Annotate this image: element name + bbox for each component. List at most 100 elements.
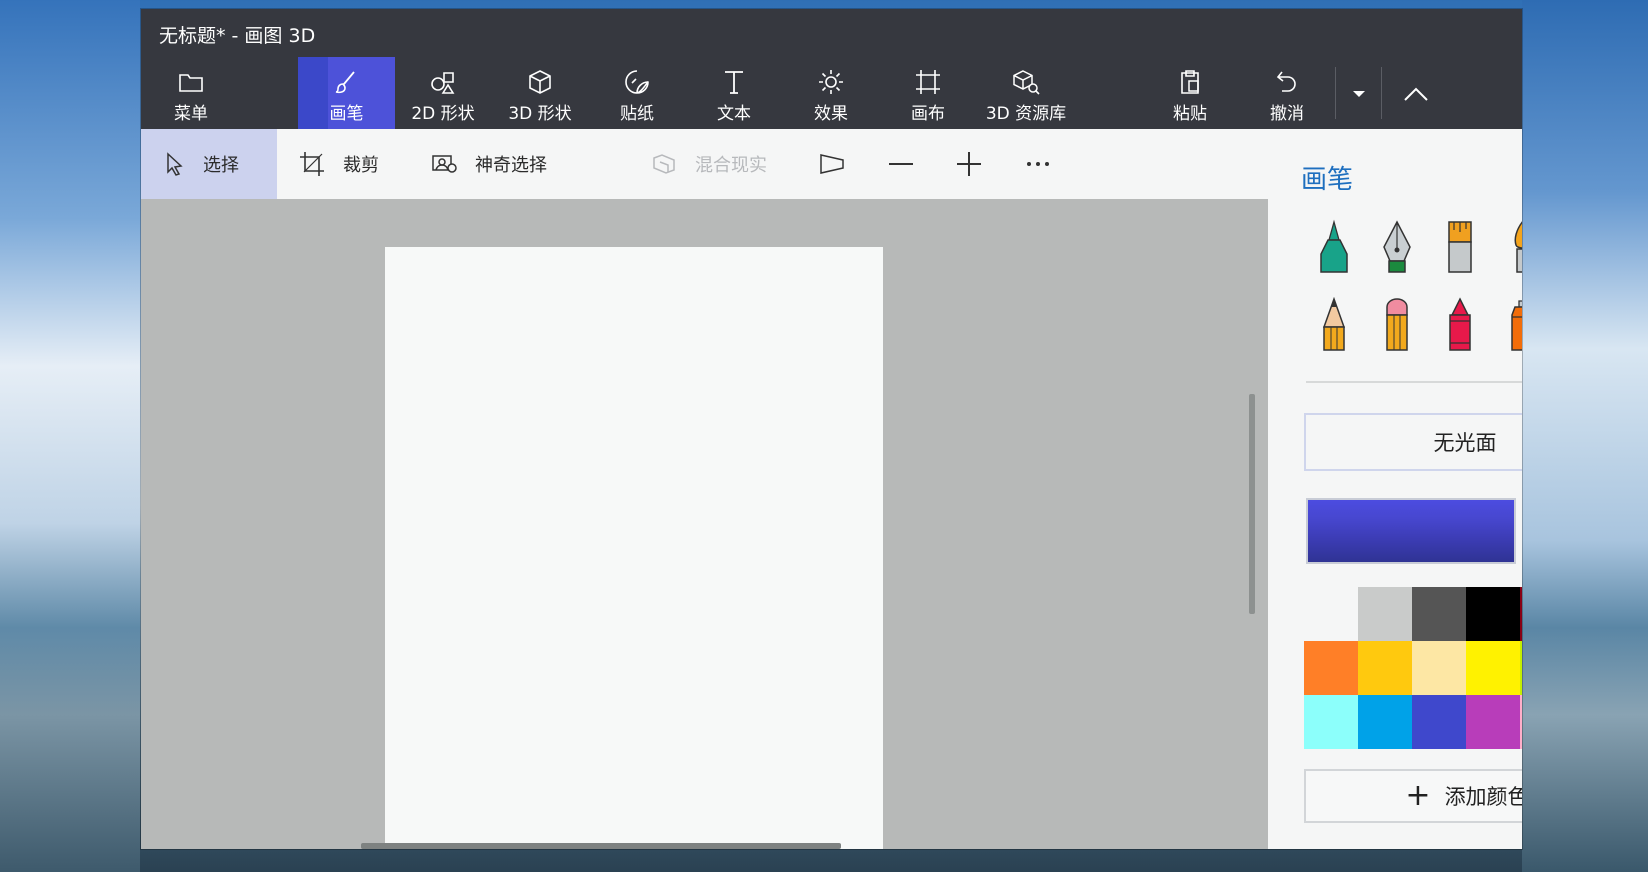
mixed-reality-label: 混合现实 [695,155,767,176]
pencil-icon [1317,296,1351,357]
eraser-icon [1380,297,1414,357]
color-swatch[interactable] [1358,641,1412,695]
effects-tab[interactable]: 效果 [785,57,877,129]
color-swatch[interactable] [1412,695,1466,749]
undo-label: 撤消 [1270,104,1304,124]
menu-label: 菜单 [174,104,208,124]
text-tab[interactable]: 文本 [688,57,780,129]
shapes-2d-tab[interactable]: 2D 形状 [398,57,488,129]
ribbon-separator-2 [1381,67,1382,119]
sticker-icon [624,67,650,97]
spray-can-icon [1506,297,1522,357]
undo-button[interactable]: 撤消 [1241,57,1333,129]
cube-icon [527,67,553,97]
brushes-tab[interactable]: 画笔 [298,57,395,129]
desktop-background-left [0,0,140,872]
more-options-button[interactable] [1026,129,1068,199]
minus-icon [889,162,913,166]
canvas-tab[interactable]: 画布 [882,57,974,129]
canvas-icon [915,67,941,97]
plus-icon [957,152,981,176]
horizontal-scrollbar[interactable] [361,843,841,849]
stickers-label: 贴纸 [620,104,654,124]
calligraphy-pen-brush[interactable] [1371,217,1423,281]
color-swatch[interactable] [1412,587,1466,641]
color-swatch[interactable] [1466,587,1520,641]
library-3d-icon [1012,67,1040,97]
zoom-in-button[interactable] [957,129,999,199]
text-label: 文本 [717,104,751,124]
more-icon [1026,161,1050,167]
effects-label: 效果 [814,104,848,124]
ribbon-separator [1335,67,1336,119]
library-3d-label: 3D 资源库 [985,104,1067,124]
clipboard-icon [1177,67,1203,97]
folder-icon [178,67,204,97]
material-value: 无光面 [1433,431,1497,455]
shapes-2d-icon [429,67,457,97]
canvas-label: 画布 [911,104,945,124]
text-icon [722,67,746,97]
crop-tool[interactable]: 裁剪 [299,129,379,199]
view-angle-button[interactable] [819,129,863,199]
color-swatch[interactable] [1358,695,1412,749]
select-tool[interactable]: 选择 [141,129,277,199]
add-color-button[interactable]: + 添加颜色 [1304,769,1522,823]
perspective-icon [819,153,845,175]
crayon-brush[interactable] [1434,295,1486,359]
paint3d-window: 无标题* - 画图 3D 菜单 画笔 2D 形状 3D 形状 贴纸 文本 效果 … [141,9,1522,849]
oil-brush[interactable] [1434,217,1486,281]
desktop-background-right [1522,0,1648,872]
add-color-label: 添加颜色 [1444,785,1522,809]
current-color-swatch[interactable] [1306,498,1516,564]
chevron-up-icon [1403,79,1429,109]
plus-icon: + [1405,778,1431,813]
watercolor-icon [1506,219,1522,279]
shapes-3d-tab[interactable]: 3D 形状 [494,57,586,129]
shapes-3d-label: 3D 形状 [508,104,572,124]
zoom-out-button[interactable] [889,129,931,199]
color-swatch[interactable] [1304,641,1358,695]
material-dropdown[interactable]: 无光面 [1304,413,1522,471]
brush-icon [334,67,360,97]
color-swatch[interactable] [1304,695,1358,749]
marker-icon [1317,219,1351,279]
magic-select-icon [431,153,457,175]
drawing-canvas[interactable] [385,247,883,849]
pencil-brush[interactable] [1308,295,1360,359]
canvas-workspace[interactable] [141,199,1268,849]
brushes-label: 画笔 [329,104,364,124]
chevron-down-icon [1352,79,1366,109]
spray-can-brush[interactable] [1497,295,1522,359]
oil-brush-icon [1443,219,1477,279]
color-swatch[interactable] [1466,641,1520,695]
color-swatch[interactable] [1358,587,1412,641]
color-swatch[interactable] [1520,641,1522,695]
crop-label: 裁剪 [343,155,379,176]
marker-brush[interactable] [1308,217,1360,281]
paste-button[interactable]: 粘贴 [1144,57,1236,129]
history-dropdown-button[interactable] [1337,57,1381,129]
color-palette [1304,587,1522,749]
library-3d-tab[interactable]: 3D 资源库 [979,57,1073,129]
magic-select-tool[interactable]: 神奇选择 [431,129,547,199]
color-swatch[interactable] [1412,641,1466,695]
mixed-reality-icon [651,153,677,175]
window-title: 无标题* - 画图 3D [159,25,316,47]
stickers-tab[interactable]: 贴纸 [591,57,683,129]
paste-label: 粘贴 [1173,104,1207,124]
vertical-scrollbar[interactable] [1249,394,1255,614]
menu-button[interactable]: 菜单 [151,57,231,129]
color-swatch[interactable] [1304,587,1358,641]
collapse-ribbon-button[interactable] [1383,57,1449,129]
eraser-brush[interactable] [1371,295,1423,359]
watercolor-brush[interactable] [1497,217,1522,281]
color-swatch[interactable] [1520,695,1522,749]
color-swatch[interactable] [1520,587,1522,641]
color-swatch[interactable] [1466,695,1520,749]
select-label: 选择 [203,155,239,176]
calligraphy-pen-icon [1380,219,1414,279]
mixed-reality-tool[interactable]: 混合现实 [651,129,767,199]
sun-icon [818,67,844,97]
panel-title: 画笔 [1301,165,1354,195]
